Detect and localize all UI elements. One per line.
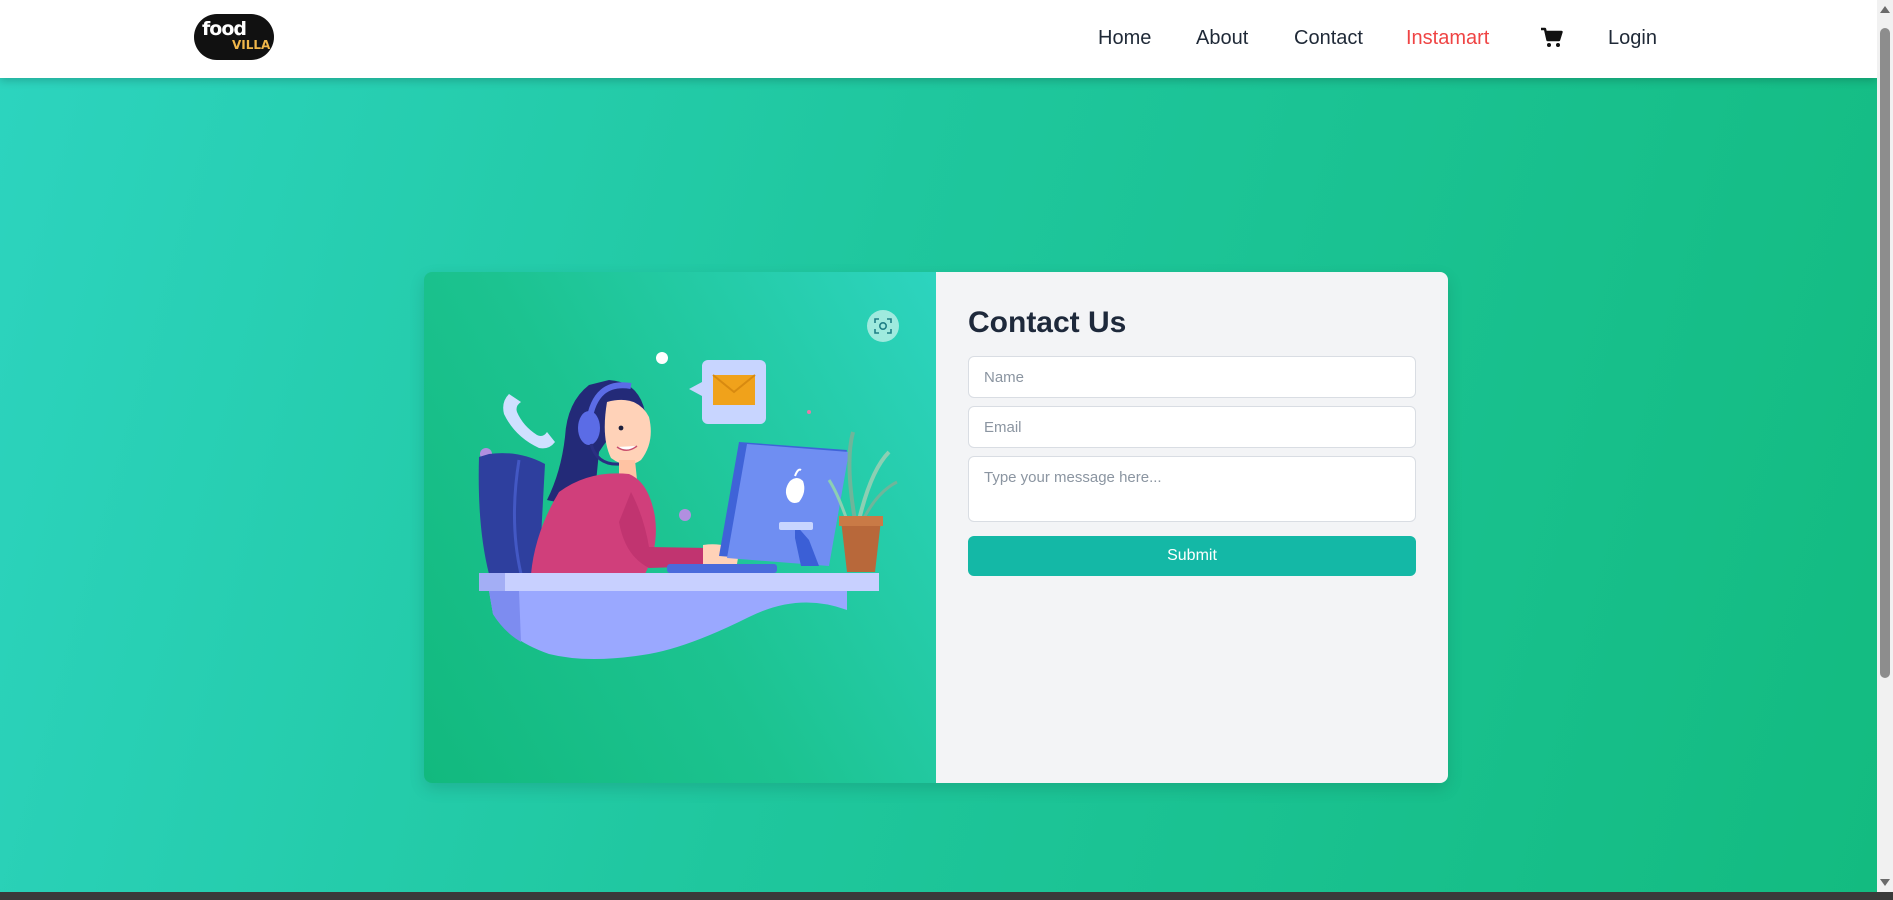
logo-text-food: food <box>202 18 247 40</box>
customer-support-illustration <box>478 352 898 659</box>
name-field[interactable] <box>968 356 1416 398</box>
page-background: food VILLA Home About Contact Instamart … <box>0 0 1877 892</box>
logo-text-villa: VILLA <box>232 38 271 52</box>
email-field[interactable] <box>968 406 1416 448</box>
contact-illustration-panel <box>424 272 936 783</box>
nav-home[interactable]: Home <box>1098 27 1151 50</box>
window-bottom-edge <box>0 892 1893 900</box>
contact-form-panel: Contact Us Submit <box>936 272 1448 783</box>
header: food VILLA Home About Contact Instamart … <box>0 0 1877 78</box>
scroll-up-arrow-icon[interactable] <box>1880 6 1890 13</box>
scrollbar-thumb[interactable] <box>1880 28 1890 678</box>
submit-button[interactable]: Submit <box>968 536 1416 576</box>
contact-card: Contact Us Submit <box>424 272 1448 783</box>
scroll-down-arrow-icon[interactable] <box>1880 879 1890 886</box>
nav-about[interactable]: About <box>1196 27 1248 50</box>
nav-contact[interactable]: Contact <box>1294 27 1363 50</box>
contact-title: Contact Us <box>968 306 1127 339</box>
image-scan-icon[interactable] <box>867 310 899 342</box>
nav-instamart[interactable]: Instamart <box>1406 27 1489 50</box>
page-scrollbar[interactable] <box>1877 0 1893 892</box>
message-field[interactable] <box>968 456 1416 522</box>
food-villa-logo[interactable]: food VILLA <box>194 14 274 60</box>
cart-icon[interactable] <box>1540 27 1564 49</box>
nav-login[interactable]: Login <box>1608 27 1657 50</box>
